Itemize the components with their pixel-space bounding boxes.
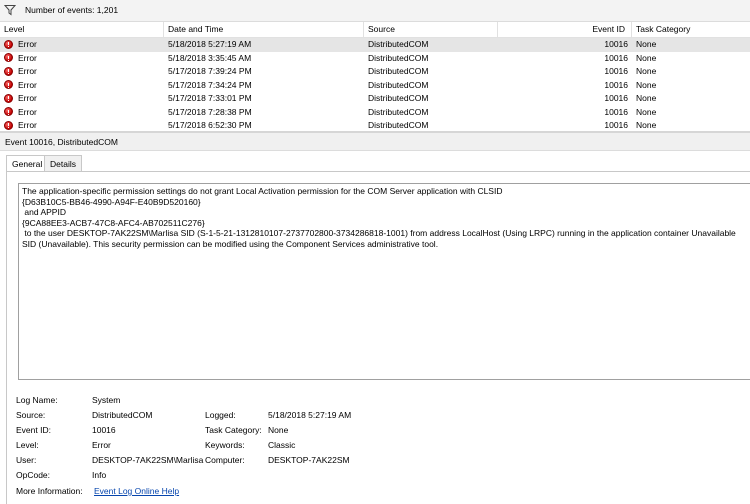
error-icon	[4, 53, 13, 62]
source-value: DistributedCOM	[92, 410, 153, 420]
cell-event-id: 10016	[604, 52, 628, 63]
grid-header: Level Date and Time Source Event ID Task…	[0, 22, 750, 38]
cell-datetime: 5/18/2018 3:35:45 AM	[168, 52, 252, 63]
cell-category: None	[636, 106, 657, 117]
cell-datetime: 5/17/2018 7:34:24 PM	[168, 79, 252, 90]
computer-value: DESKTOP-7AK22SM	[268, 455, 350, 465]
source-label: Source:	[16, 410, 46, 420]
cell-datetime: 5/17/2018 7:28:38 PM	[168, 106, 252, 117]
cell-category: None	[636, 66, 657, 76]
event-log-help-link[interactable]: Event Log Online Help	[94, 486, 179, 496]
error-icon	[4, 80, 13, 89]
table-row[interactable]: Error 5/18/2018 5:27:19 AM DistributedCO…	[0, 38, 750, 52]
user-value: DESKTOP-7AK22SM\Marlisa	[92, 455, 204, 465]
opcode-label: OpCode:	[16, 470, 51, 480]
computer-label: Computer:	[205, 455, 245, 465]
column-header-date-time[interactable]: Date and Time	[164, 22, 364, 37]
cell-source: DistributedCOM	[368, 66, 429, 76]
column-header-source[interactable]: Source	[364, 22, 498, 37]
table-row[interactable]: Error 5/17/2018 7:33:01 PM DistributedCO…	[0, 92, 750, 106]
level-label: Level:	[16, 440, 39, 450]
tab-details[interactable]: Details	[44, 155, 82, 171]
cell-event-id: 10016	[604, 120, 628, 130]
cell-datetime: 5/17/2018 6:52:30 PM	[168, 120, 252, 130]
table-row[interactable]: Error 5/18/2018 3:35:45 AM DistributedCO…	[0, 52, 750, 66]
cell-category: None	[636, 79, 657, 90]
events-grid: Level Date and Time Source Event ID Task…	[0, 22, 750, 131]
cell-event-id: 10016	[604, 106, 628, 117]
cell-event-id: 10016	[604, 93, 628, 103]
cell-source: DistributedCOM	[368, 52, 429, 63]
cell-level: Error	[18, 93, 37, 103]
cell-source: DistributedCOM	[368, 93, 429, 103]
log-name-value: System	[92, 395, 121, 405]
column-header-task-category[interactable]: Task Category	[632, 22, 750, 37]
cell-category: None	[636, 93, 657, 103]
error-icon	[4, 39, 13, 49]
logged-label: Logged:	[205, 410, 236, 420]
cell-category: None	[636, 39, 657, 49]
cell-level: Error	[18, 106, 37, 117]
cell-level: Error	[18, 52, 37, 63]
cell-source: DistributedCOM	[368, 79, 429, 90]
cell-source: DistributedCOM	[368, 120, 429, 130]
cell-datetime: 5/17/2018 7:39:24 PM	[168, 66, 252, 76]
cell-datetime: 5/17/2018 7:33:01 PM	[168, 93, 252, 103]
cell-source: DistributedCOM	[368, 39, 429, 49]
cell-level: Error	[18, 39, 37, 49]
error-icon	[4, 93, 13, 103]
cell-source: DistributedCOM	[368, 106, 429, 117]
filter-bar: Number of events: 1,201	[0, 0, 750, 22]
opcode-value: Info	[92, 470, 107, 480]
cell-level: Error	[18, 120, 37, 130]
cell-category: None	[636, 120, 657, 130]
cell-level: Error	[18, 66, 37, 76]
table-row[interactable]: Error 5/17/2018 6:52:30 PM DistributedCO…	[0, 119, 750, 131]
cell-event-id: 10016	[604, 66, 628, 76]
keywords-value: Classic	[268, 440, 296, 450]
column-header-level[interactable]: Level	[0, 22, 164, 37]
logged-value: 5/18/2018 5:27:19 AM	[268, 410, 352, 420]
level-value: Error	[92, 440, 111, 450]
table-row[interactable]: Error 5/17/2018 7:39:24 PM DistributedCO…	[0, 65, 750, 79]
log-name-label: Log Name:	[16, 395, 58, 405]
keywords-label: Keywords:	[205, 440, 245, 450]
table-row[interactable]: Error 5/17/2018 7:34:24 PM DistributedCO…	[0, 79, 750, 93]
tab-general[interactable]: General	[6, 155, 49, 172]
cell-level: Error	[18, 79, 37, 90]
more-info-label: More Information:	[16, 486, 83, 496]
detail-title: Event 10016, DistributedCOM	[0, 133, 750, 151]
error-icon	[4, 107, 13, 116]
filter-icon[interactable]	[4, 4, 16, 16]
error-icon	[4, 66, 13, 76]
error-icon	[4, 120, 13, 130]
task-category-value: None	[268, 425, 289, 435]
event-message[interactable]: The application-specific permission sett…	[18, 183, 750, 380]
cell-event-id: 10016	[604, 39, 628, 49]
column-header-event-id[interactable]: Event ID	[498, 22, 632, 37]
user-label: User:	[16, 455, 37, 465]
event-id-label: Event ID:	[16, 425, 51, 435]
event-count: Number of events: 1,201	[25, 5, 119, 15]
table-row[interactable]: Error 5/17/2018 7:28:38 PM DistributedCO…	[0, 106, 750, 120]
cell-datetime: 5/18/2018 5:27:19 AM	[168, 39, 252, 49]
task-category-label: Task Category:	[205, 425, 262, 435]
cell-category: None	[636, 52, 657, 63]
event-id-value: 10016	[92, 425, 116, 435]
cell-event-id: 10016	[604, 79, 628, 90]
